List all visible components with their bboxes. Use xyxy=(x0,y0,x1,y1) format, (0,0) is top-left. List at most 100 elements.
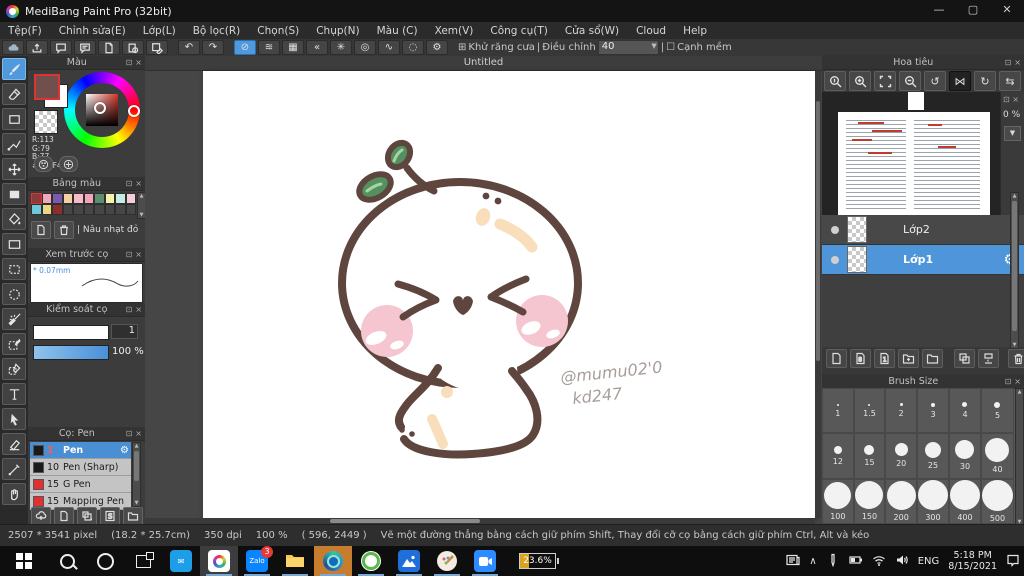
hsv-cursor[interactable] xyxy=(94,102,106,114)
foreground-color-swatch[interactable] xyxy=(34,74,60,100)
popout-icon[interactable]: ⊡ xyxy=(126,250,133,259)
correction-select[interactable]: 40 ▼ xyxy=(597,40,659,55)
snap-radial-button[interactable]: ✳ xyxy=(330,40,352,55)
menu-color[interactable]: Màu (C) xyxy=(377,25,418,37)
pen-tray-icon[interactable] xyxy=(826,553,840,570)
menu-snap[interactable]: Chụp(N) xyxy=(316,25,359,37)
menu-edit[interactable]: Chỉnh sửa(E) xyxy=(59,25,126,37)
brush-size-cell[interactable]: 30 xyxy=(948,433,981,479)
zoom-out-button[interactable] xyxy=(899,71,921,91)
brush-size-cell[interactable]: 15 xyxy=(853,433,886,479)
taskbar-medibang[interactable] xyxy=(200,546,238,576)
popout-icon[interactable]: ⊡ xyxy=(126,179,133,188)
folder-button[interactable] xyxy=(922,349,943,368)
close-icon[interactable]: × xyxy=(135,58,142,67)
snap-grid-button[interactable]: ▦ xyxy=(282,40,304,55)
eyedropper-tool[interactable] xyxy=(2,458,26,480)
canvas[interactable]: @mumu02'0 kd247 xyxy=(203,71,815,518)
close-icon[interactable]: × xyxy=(135,305,142,314)
taskbar-mail[interactable]: ✉ xyxy=(162,546,200,576)
brush-settings-icon[interactable]: ⚙ xyxy=(120,445,129,456)
brush-size-cell[interactable]: 200 xyxy=(885,478,917,524)
palette-swatch[interactable] xyxy=(83,193,94,204)
palette-swatch[interactable] xyxy=(31,204,42,215)
layer-row-lop1[interactable]: Lớp1 ⚙ xyxy=(822,245,1024,275)
layer-thumbnail[interactable] xyxy=(847,246,867,273)
brush-opacity-slider[interactable] xyxy=(33,345,109,360)
select-rect-tool[interactable] xyxy=(2,258,26,280)
flip-horizontal-button[interactable]: ⇆ xyxy=(999,71,1021,91)
maximize-button[interactable]: ▢ xyxy=(956,0,990,22)
shape-brush-tool[interactable] xyxy=(2,108,26,130)
brush-size-cell[interactable]: 12 xyxy=(822,433,854,479)
soft-eraser-tool[interactable] xyxy=(2,433,26,455)
duplicate-layer-button[interactable] xyxy=(954,349,975,368)
brush-item-g-pen[interactable]: 15 G Pen xyxy=(30,476,131,493)
taskbar-zoom[interactable] xyxy=(466,546,504,576)
menu-filter[interactable]: Bộ lọc(R) xyxy=(193,25,241,37)
delete-layer-button[interactable] xyxy=(1008,349,1024,368)
brush-size-cell[interactable]: 25 xyxy=(916,433,949,479)
add-brush-button[interactable] xyxy=(54,507,74,525)
language-indicator[interactable]: ENG xyxy=(918,556,940,567)
popout-icon[interactable]: ⊡ xyxy=(126,58,133,67)
snap-ellipse-button[interactable]: ◌ xyxy=(402,40,424,55)
bucket-tool[interactable] xyxy=(2,208,26,230)
antialias-icon[interactable]: ⊞ xyxy=(458,42,466,53)
snap-parallel-button[interactable]: ≋ xyxy=(258,40,280,55)
cortana-button[interactable] xyxy=(86,546,124,576)
brush-item-pen-sharp[interactable]: 10 Pen (Sharp) xyxy=(30,459,131,476)
close-icon[interactable]: × xyxy=(1014,377,1021,386)
fit-window-button[interactable] xyxy=(874,71,896,91)
layer-thumbnail[interactable] xyxy=(847,216,867,243)
new-layer-button[interactable] xyxy=(826,349,847,368)
hue-cursor[interactable] xyxy=(128,105,140,117)
move-tool[interactable] xyxy=(2,158,26,180)
layer-visibility-icon[interactable] xyxy=(831,255,839,264)
menu-file[interactable]: Tệp(F) xyxy=(8,25,42,37)
brush-size-scrollbar[interactable]: ▲ ▼ xyxy=(1015,388,1024,526)
close-icon[interactable]: × xyxy=(135,429,142,438)
brush-size-cell[interactable]: 2 xyxy=(885,388,917,434)
palette-swatch[interactable] xyxy=(125,193,136,204)
popout-icon[interactable]: ⊡ xyxy=(126,305,133,314)
brush-size-cell[interactable]: 1.5 xyxy=(853,388,886,434)
palette-swatch[interactable] xyxy=(94,193,105,204)
layers-panel-header-icons[interactable]: ⊡ × xyxy=(1001,92,1024,104)
brush-list-scrollbar[interactable]: ▲ ▼ xyxy=(132,442,141,507)
lasso-select-tool[interactable] xyxy=(2,283,26,305)
brush-item-pen[interactable]: 1 Pen ⚙ xyxy=(30,442,131,459)
snap-off-button[interactable]: ⊘ xyxy=(234,40,256,55)
battery-tray-icon[interactable] xyxy=(849,553,863,570)
script-brush-button[interactable]: S xyxy=(100,507,120,525)
add-color-button[interactable] xyxy=(31,221,51,239)
palette-swatch[interactable] xyxy=(31,193,42,204)
layer-visibility-icon[interactable] xyxy=(831,225,839,234)
color-wheel[interactable] xyxy=(64,72,140,148)
gradient-tool[interactable] xyxy=(2,233,26,255)
new-8bit-layer-button[interactable]: 8 xyxy=(850,349,871,368)
brush-size-cell[interactable]: 5 xyxy=(980,388,1014,434)
new-canvas-button[interactable] xyxy=(146,40,168,55)
volume-icon[interactable] xyxy=(895,553,909,570)
tray-clock[interactable]: 5:18 PM 8/15/2021 xyxy=(948,550,997,572)
palette-swatch[interactable] xyxy=(115,193,126,204)
undo-button[interactable]: ↶ xyxy=(178,40,200,55)
hand-tool[interactable] xyxy=(2,483,26,505)
brush-size-cell[interactable]: 20 xyxy=(885,433,917,479)
document-tab[interactable]: Untitled xyxy=(145,56,822,71)
tray-expand-chevron[interactable]: ∧ xyxy=(809,556,816,567)
taskbar-explorer[interactable] xyxy=(276,546,314,576)
brush-size-cell[interactable]: 3 xyxy=(916,388,949,434)
select-pen-tool[interactable] xyxy=(2,333,26,355)
canvas-vscrollbar[interactable] xyxy=(815,71,821,518)
brush-size-cell[interactable]: 300 xyxy=(916,478,949,524)
navigator-thumbnail[interactable] xyxy=(822,92,1000,215)
palette-swatch[interactable] xyxy=(73,193,84,204)
menu-view[interactable]: Xem(V) xyxy=(435,25,474,37)
palette-swatch[interactable] xyxy=(104,193,115,204)
wifi-icon[interactable] xyxy=(872,553,886,570)
soft-edge-checkbox[interactable]: ☐ xyxy=(666,42,675,53)
select-eraser-tool[interactable] xyxy=(2,358,26,380)
palette-swatch[interactable] xyxy=(41,193,52,204)
